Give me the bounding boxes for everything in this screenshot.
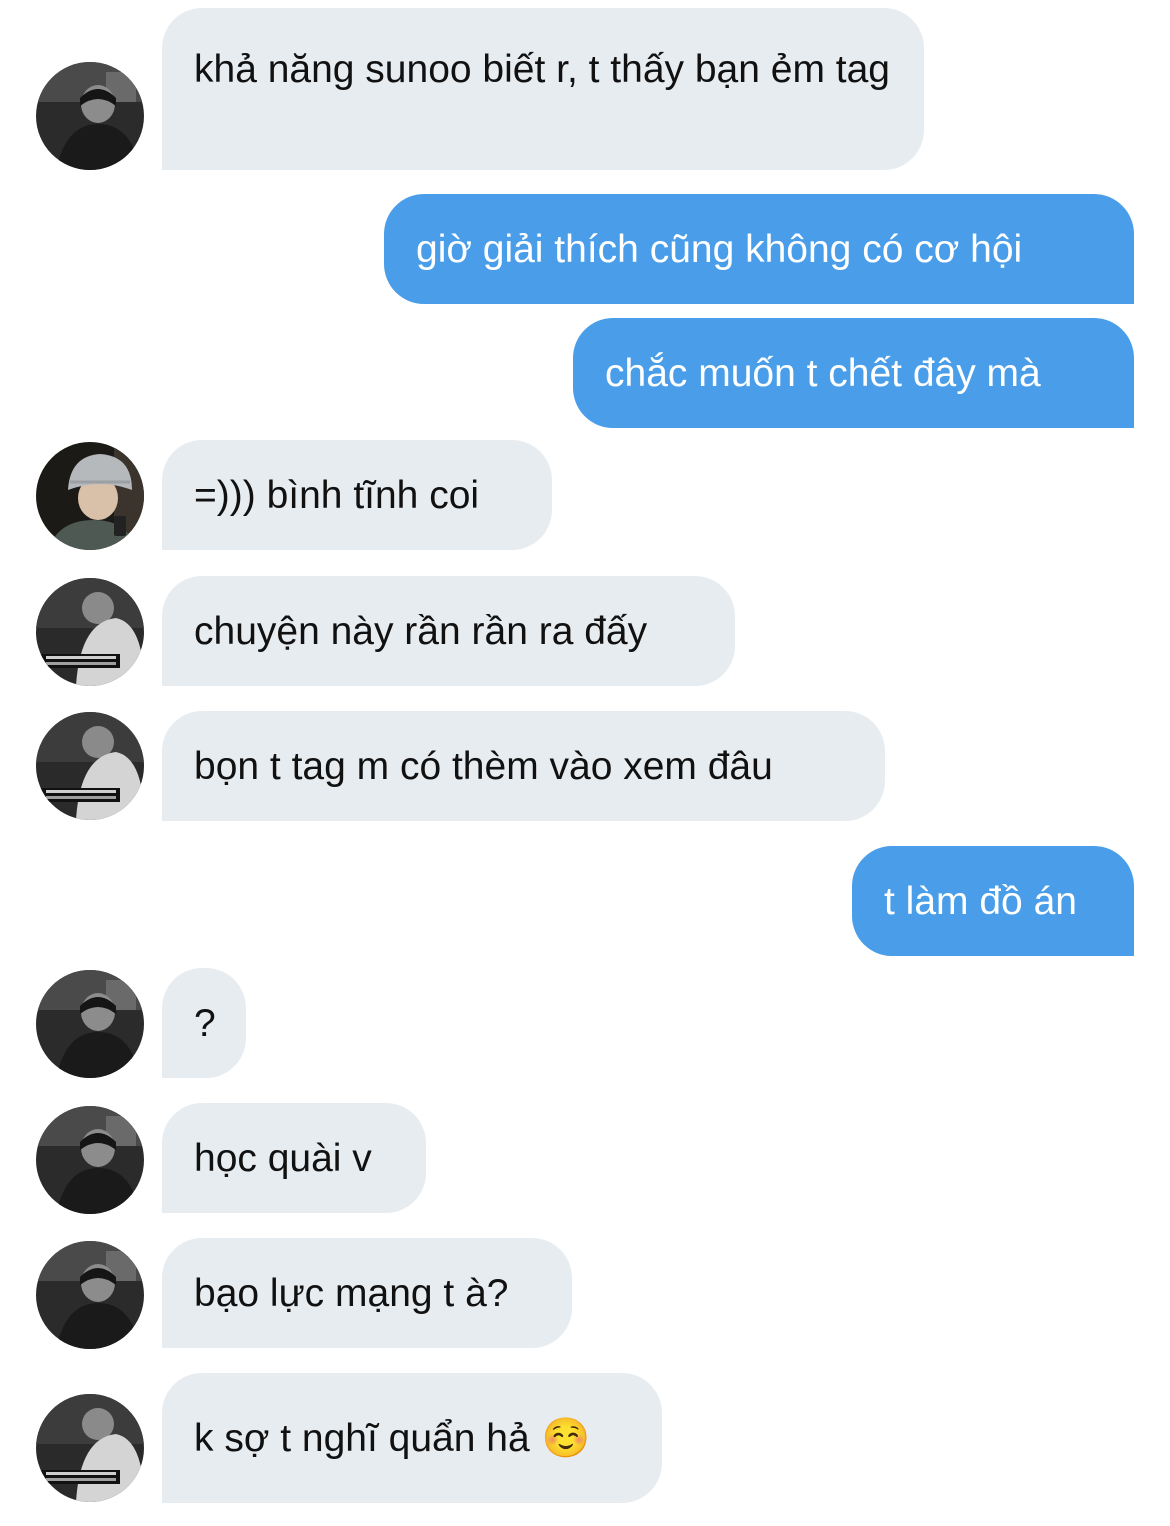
message-bubble-incoming[interactable]: ? xyxy=(162,968,246,1078)
message-bubble-incoming[interactable]: bạo lực mạng t à? xyxy=(162,1238,572,1348)
message-bubble-outgoing[interactable]: t làm đồ án xyxy=(852,846,1134,956)
message-bubble-incoming[interactable]: học quài v xyxy=(162,1103,426,1213)
message-bubble-outgoing[interactable]: chắc muốn t chết đây mà xyxy=(573,318,1134,428)
message-text: giờ giải thích cũng không có cơ hội xyxy=(416,227,1023,271)
avatar[interactable] xyxy=(36,1394,144,1502)
message-text: bọn t tag m có thèm vào xem đâu xyxy=(194,744,773,788)
message-text: k sợ t nghĩ quẩn hả xyxy=(194,1416,530,1460)
message-bubble-outgoing[interactable]: giờ giải thích cũng không có cơ hội xyxy=(384,194,1134,304)
message-text: t làm đồ án xyxy=(884,879,1077,923)
smiling-face-emoji-icon: ☺️ xyxy=(541,1415,591,1461)
avatar[interactable] xyxy=(36,1241,144,1349)
message-text: =))) bình tĩnh coi xyxy=(194,473,480,517)
avatar[interactable] xyxy=(36,970,144,1078)
avatar[interactable] xyxy=(36,578,144,686)
message-text: học quài v xyxy=(194,1136,372,1180)
avatar[interactable] xyxy=(36,62,144,170)
message-bubble-incoming[interactable]: =))) bình tĩnh coi xyxy=(162,440,552,550)
avatar[interactable] xyxy=(36,712,144,820)
message-text: bạo lực mạng t à? xyxy=(194,1271,509,1315)
message-bubble-incoming[interactable]: k sợ t nghĩ quẩn hả ☺️ xyxy=(162,1373,662,1503)
message-text: ? xyxy=(194,1001,216,1045)
message-bubble-incoming[interactable]: bọn t tag m có thèm vào xem đâu xyxy=(162,711,885,821)
avatar[interactable] xyxy=(36,1106,144,1214)
message-bubble-incoming[interactable]: chuyện này rần rần ra đấy xyxy=(162,576,735,686)
message-text: chuyện này rần rần ra đấy xyxy=(194,609,648,653)
message-text: khả năng sunoo biết r, t thấy bạn ẻm tag xyxy=(194,48,890,91)
message-text: chắc muốn t chết đây mà xyxy=(605,351,1041,395)
message-bubble-incoming[interactable]: khả năng sunoo biết r, t thấy bạn ẻm tag xyxy=(162,8,924,170)
avatar[interactable] xyxy=(36,442,144,550)
